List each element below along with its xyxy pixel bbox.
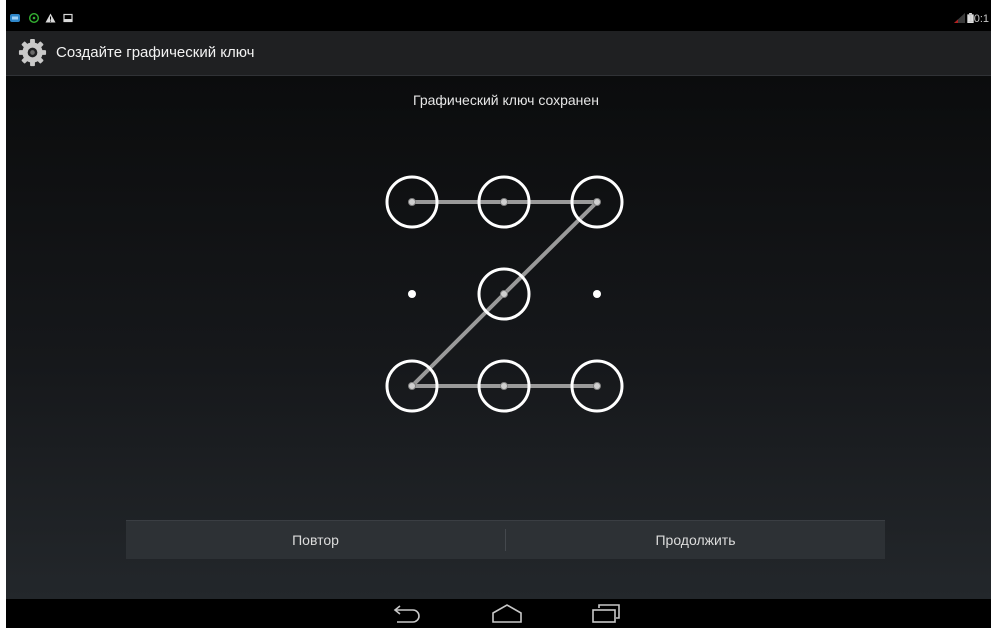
signal-icon (954, 13, 965, 23)
pattern-line (410, 292, 506, 388)
compass-icon (29, 13, 39, 23)
footer-button-bar: Повтор Продолжить (126, 520, 885, 559)
back-icon[interactable] (389, 601, 423, 625)
continue-button[interactable]: Продолжить (506, 521, 885, 559)
page-title: Создайте графический ключ (56, 44, 255, 61)
status-time: 10:1 (967, 13, 989, 25)
pattern-dot-6[interactable] (593, 290, 601, 298)
pattern-lock-grid[interactable] (6, 76, 991, 516)
home-icon[interactable] (489, 601, 525, 625)
pattern-content: Графический ключ сохранен Повтор Продолж… (6, 76, 991, 599)
notification-icon (10, 14, 20, 22)
pattern-dot-4[interactable] (408, 290, 416, 298)
tablet-screen: 10:1 Создайте графический ключ Графическ… (6, 0, 991, 628)
pattern-dot-5[interactable] (477, 267, 531, 321)
settings-gear-icon[interactable] (17, 37, 48, 68)
screenshot-icon (63, 13, 73, 23)
retry-button[interactable]: Повтор (126, 521, 505, 559)
status-bar: 10:1 (6, 0, 991, 31)
recent-apps-icon[interactable] (590, 601, 622, 625)
navigation-bar (6, 599, 991, 628)
action-bar: Создайте графический ключ (6, 31, 991, 76)
pattern-line (502, 200, 599, 296)
warning-icon (45, 13, 56, 23)
